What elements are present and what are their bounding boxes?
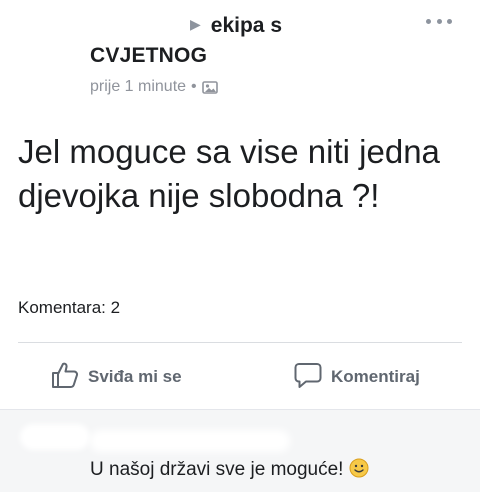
group-name[interactable]: CVJETNOG <box>90 44 207 68</box>
divider <box>18 342 462 343</box>
post-card: ▶ ekipa s CVJETNOG prije 1 minute • Jel m… <box>0 0 480 409</box>
comment-button[interactable]: Komentiraj <box>293 360 420 394</box>
blurred-commenter-name <box>90 430 290 452</box>
photo-privacy-icon <box>201 80 218 94</box>
triangle-right-icon: ▶ <box>190 16 201 32</box>
comment-text: U našoj državi sve je moguće! <box>90 458 369 481</box>
comments-count[interactable]: Komentara: 2 <box>18 298 120 318</box>
like-button[interactable]: Sviđa mi se <box>50 360 182 394</box>
comment-label: Komentiraj <box>331 367 420 386</box>
comment-body: U našoj državi sve je moguće! <box>90 459 344 480</box>
thumbs-up-icon <box>50 360 88 395</box>
post-timestamp[interactable]: prije 1 minute <box>90 78 186 96</box>
post-text: Jel moguce sa vise niti jedna djevojka n… <box>18 133 440 214</box>
meta-separator: • <box>191 78 197 95</box>
post-meta: prije 1 minute • <box>90 78 218 96</box>
blurred-avatar <box>20 424 90 450</box>
post-author-name[interactable]: ekipa s <box>211 14 282 37</box>
slightly-smiling-face-icon <box>349 458 369 478</box>
comment-preview: U našoj državi sve je moguće! <box>0 409 480 492</box>
more-options-icon[interactable] <box>426 17 452 25</box>
like-label: Sviđa mi se <box>88 367 182 386</box>
speech-bubble-icon <box>293 360 331 395</box>
post-author-line[interactable]: ▶ ekipa s <box>190 14 282 38</box>
